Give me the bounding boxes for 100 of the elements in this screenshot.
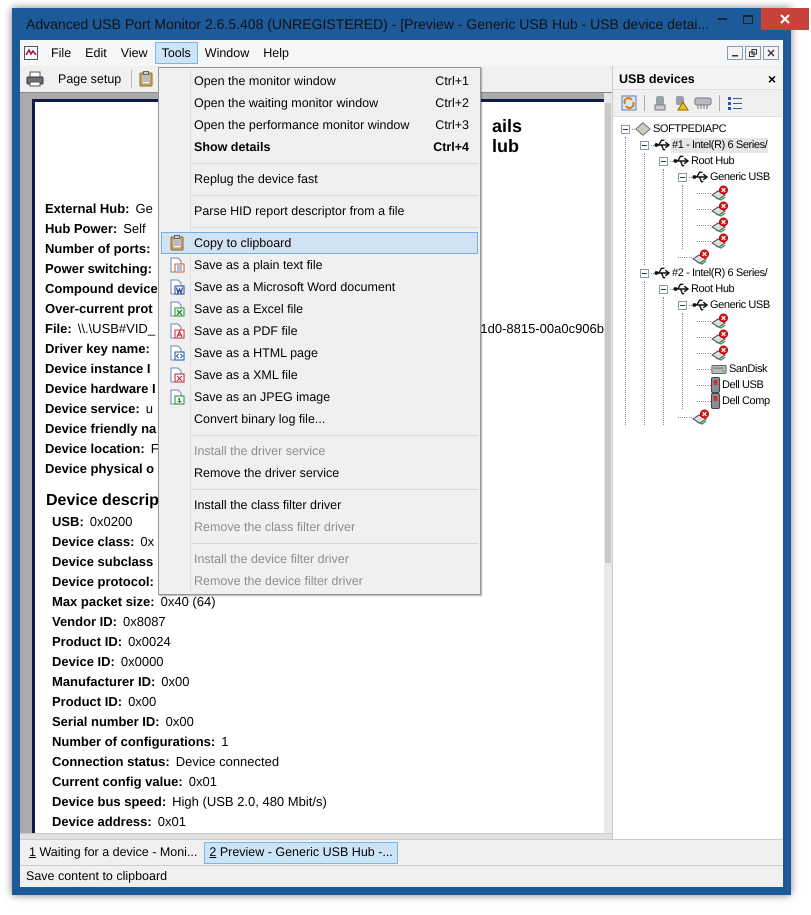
vertical-scrollbar[interactable] xyxy=(604,93,612,833)
field-label: Number of configurations: xyxy=(52,733,216,752)
tree-item[interactable]: Generic USB xyxy=(709,170,771,184)
tree-item[interactable]: Dell USB xyxy=(721,378,764,392)
usb-icon xyxy=(692,297,708,313)
code-file-icon xyxy=(169,345,185,361)
field-value: Device connected xyxy=(176,753,280,772)
field-value: 0x0024 xyxy=(128,633,171,652)
field-value: 0x00 xyxy=(166,713,194,732)
field-label: Device instance I xyxy=(45,360,150,378)
tree-item[interactable]: #1 - Intel(R) 6 Series/ xyxy=(671,138,768,152)
tree-item[interactable]: #2 - Intel(R) 6 Series/ xyxy=(671,266,768,280)
usb-icon xyxy=(654,265,670,281)
clipboard-icon xyxy=(169,235,185,251)
collapse-button[interactable] xyxy=(678,300,687,310)
collapse-button[interactable] xyxy=(678,172,687,182)
field-label: Device class: xyxy=(52,533,134,552)
menu-item[interactable]: Save as a XML file xyxy=(161,364,478,386)
collapse-button[interactable] xyxy=(659,284,668,294)
menu-item[interactable]: Copy to clipboard xyxy=(161,232,478,254)
menu-item[interactable]: Open the monitor window Ctrl+1 xyxy=(161,70,478,92)
tree-item[interactable]: Root Hub xyxy=(690,282,736,296)
pdf-icon xyxy=(169,323,185,339)
menu-item[interactable]: Edit xyxy=(78,42,114,64)
menu-item[interactable]: Open the waiting monitor window Ctrl+2 xyxy=(161,92,478,114)
field-label: Device physical o xyxy=(45,460,154,478)
device-warning-icon[interactable] xyxy=(673,95,689,111)
menu-item[interactable]: Replug the device fast xyxy=(161,168,478,190)
menu-item[interactable]: Save as a PDF file xyxy=(161,320,478,342)
field-label: Device bus speed: xyxy=(52,793,166,812)
menu-item[interactable]: Save as a Microsoft Word document xyxy=(161,276,478,298)
mdi-close-button[interactable] xyxy=(763,46,779,60)
field-value: \\.\USB#VID_ xyxy=(78,320,156,338)
field-value: F xyxy=(150,440,159,458)
tree-item[interactable]: Dell Comp xyxy=(721,394,771,408)
menu-item[interactable]: File xyxy=(44,42,78,64)
xml-file-icon xyxy=(169,367,185,383)
menu-item[interactable]: Tools xyxy=(154,42,198,64)
tree-item[interactable]: SanDisk xyxy=(728,362,768,376)
spreadsheet-icon xyxy=(169,301,185,317)
menu-item[interactable]: Window xyxy=(198,42,256,64)
field-label: Device protocol: xyxy=(52,573,154,592)
field-value: 0x8087 xyxy=(123,613,166,632)
field-value: 0x xyxy=(140,533,154,552)
field-label: USB: xyxy=(52,513,84,532)
word-document-icon xyxy=(169,279,185,295)
menu-item[interactable]: Show details Ctrl+4 xyxy=(161,136,478,158)
list-icon[interactable] xyxy=(727,95,743,111)
copy-button[interactable] xyxy=(138,71,154,87)
menu-item[interactable]: Save as a Excel file xyxy=(161,298,478,320)
horizontal-scrollbar[interactable] xyxy=(20,833,612,839)
minimize-icon xyxy=(718,18,727,20)
app-icon xyxy=(24,46,38,60)
tree-item[interactable]: SOFTPEDIAPC xyxy=(652,122,728,136)
device-icon[interactable] xyxy=(652,95,668,111)
collapse-button[interactable] xyxy=(621,124,630,134)
tree-item[interactable]: Root Hub xyxy=(690,154,736,168)
menu-item[interactable]: Open the performance monitor window Ctrl+3 xyxy=(161,114,478,136)
menu-item[interactable]: View xyxy=(114,42,155,64)
phone-icon xyxy=(711,393,720,409)
field-label: Device address: xyxy=(52,813,152,832)
field-label: Compound device xyxy=(45,280,158,298)
status-text: Save content to clipboard xyxy=(26,868,168,886)
field-value: 0x00 xyxy=(161,673,190,692)
field-label: Connection status: xyxy=(52,753,170,772)
menu-item[interactable]: Parse HID report descriptor from a file xyxy=(161,200,478,222)
tree-item[interactable]: Generic USB xyxy=(709,298,771,312)
menu-item[interactable]: Save as a plain text file xyxy=(161,254,478,276)
window-tab[interactable]: 1 Waiting for a device - Moni... xyxy=(24,842,202,864)
diamond-icon xyxy=(635,121,651,137)
close-icon xyxy=(767,49,775,57)
menu-item[interactable]: Help xyxy=(256,42,296,64)
field-value: 0x40 (64) xyxy=(160,593,216,612)
window-tab[interactable]: 2 Preview - Generic USB Hub -... xyxy=(204,842,398,864)
phone-icon xyxy=(711,377,720,393)
menu-item[interactable]: Remove the driver service xyxy=(161,462,478,484)
collapse-button[interactable] xyxy=(659,156,668,166)
menu-item[interactable]: Save as an JPEG image xyxy=(161,386,478,408)
field-label: Device hardware I xyxy=(45,380,156,398)
restore-icon xyxy=(749,49,757,57)
field-value: Ge xyxy=(136,200,153,218)
field-label: Serial number ID: xyxy=(52,713,160,732)
collapse-button[interactable] xyxy=(640,268,649,278)
printer-icon[interactable] xyxy=(26,71,44,87)
usb-icon xyxy=(692,169,708,185)
field-value: 0x01 xyxy=(158,813,186,832)
page-setup-button[interactable]: Page setup xyxy=(54,69,126,89)
document-title: lub xyxy=(492,136,519,156)
menu-item[interactable]: Install the class filter driver xyxy=(161,494,478,516)
field-value: 0x0000 xyxy=(120,653,164,672)
chip-icon[interactable] xyxy=(694,95,712,111)
menu-item[interactable]: Convert binary log file... xyxy=(161,408,478,430)
menu-item[interactable]: Save as a HTML page xyxy=(161,342,478,364)
close-button[interactable] xyxy=(761,8,810,30)
refresh-icon[interactable] xyxy=(621,95,637,111)
mdi-restore-button[interactable] xyxy=(745,46,761,60)
field-label: Max packet size: xyxy=(52,593,155,612)
close-button[interactable]: × xyxy=(768,72,776,86)
mdi-minimize-button[interactable] xyxy=(727,46,743,60)
collapse-button[interactable] xyxy=(640,140,649,150)
